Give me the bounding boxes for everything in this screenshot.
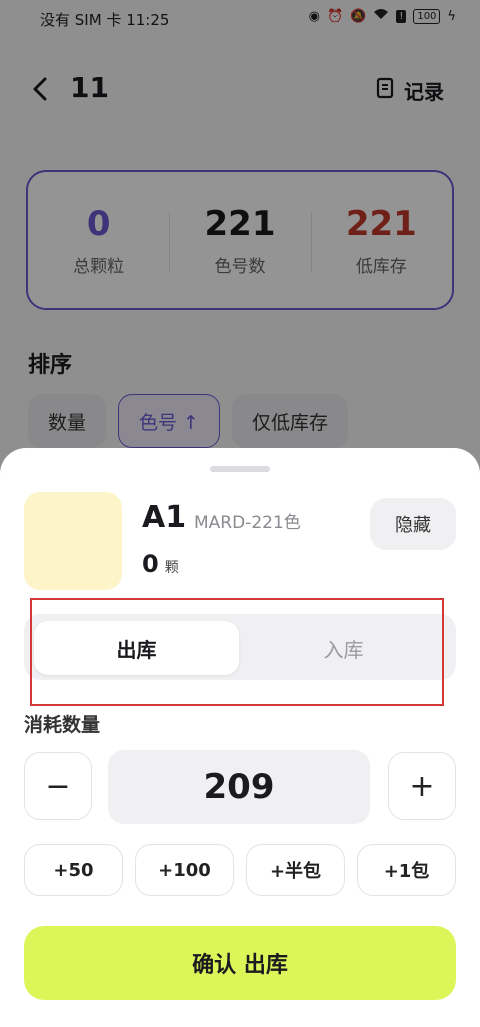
sheet-drag-handle[interactable] bbox=[210, 466, 270, 472]
quick-add-50-button[interactable]: +50 bbox=[24, 844, 123, 896]
bead-count: 0 颗 bbox=[142, 550, 179, 578]
quick-add-one-pack-button[interactable]: +1包 bbox=[357, 844, 456, 896]
color-swatch bbox=[24, 492, 122, 590]
confirm-stock-out-button[interactable]: 确认 出库 bbox=[24, 926, 456, 1000]
quick-add-half-pack-button[interactable]: +半包 bbox=[246, 844, 345, 896]
bead-count-unit: 颗 bbox=[164, 560, 179, 576]
annotation-highlight-box bbox=[30, 598, 444, 706]
quantity-input[interactable]: 209 bbox=[108, 750, 370, 824]
color-set-label: MARD-221色 bbox=[194, 513, 301, 533]
quantity-label: 消耗数量 bbox=[24, 714, 101, 736]
increase-button[interactable]: + bbox=[388, 752, 456, 820]
bead-count-value: 0 bbox=[142, 550, 159, 578]
decrease-button[interactable]: − bbox=[24, 752, 92, 820]
hide-button[interactable]: 隐藏 bbox=[370, 498, 456, 550]
quick-add-row: +50 +100 +半包 +1包 bbox=[24, 844, 456, 896]
quick-add-100-button[interactable]: +100 bbox=[135, 844, 234, 896]
color-code: A1 bbox=[142, 500, 187, 535]
stock-bottom-sheet: A1 MARD-221色 0 颗 隐藏 出库 入库 消耗数量 − 209 + +… bbox=[0, 448, 480, 1027]
